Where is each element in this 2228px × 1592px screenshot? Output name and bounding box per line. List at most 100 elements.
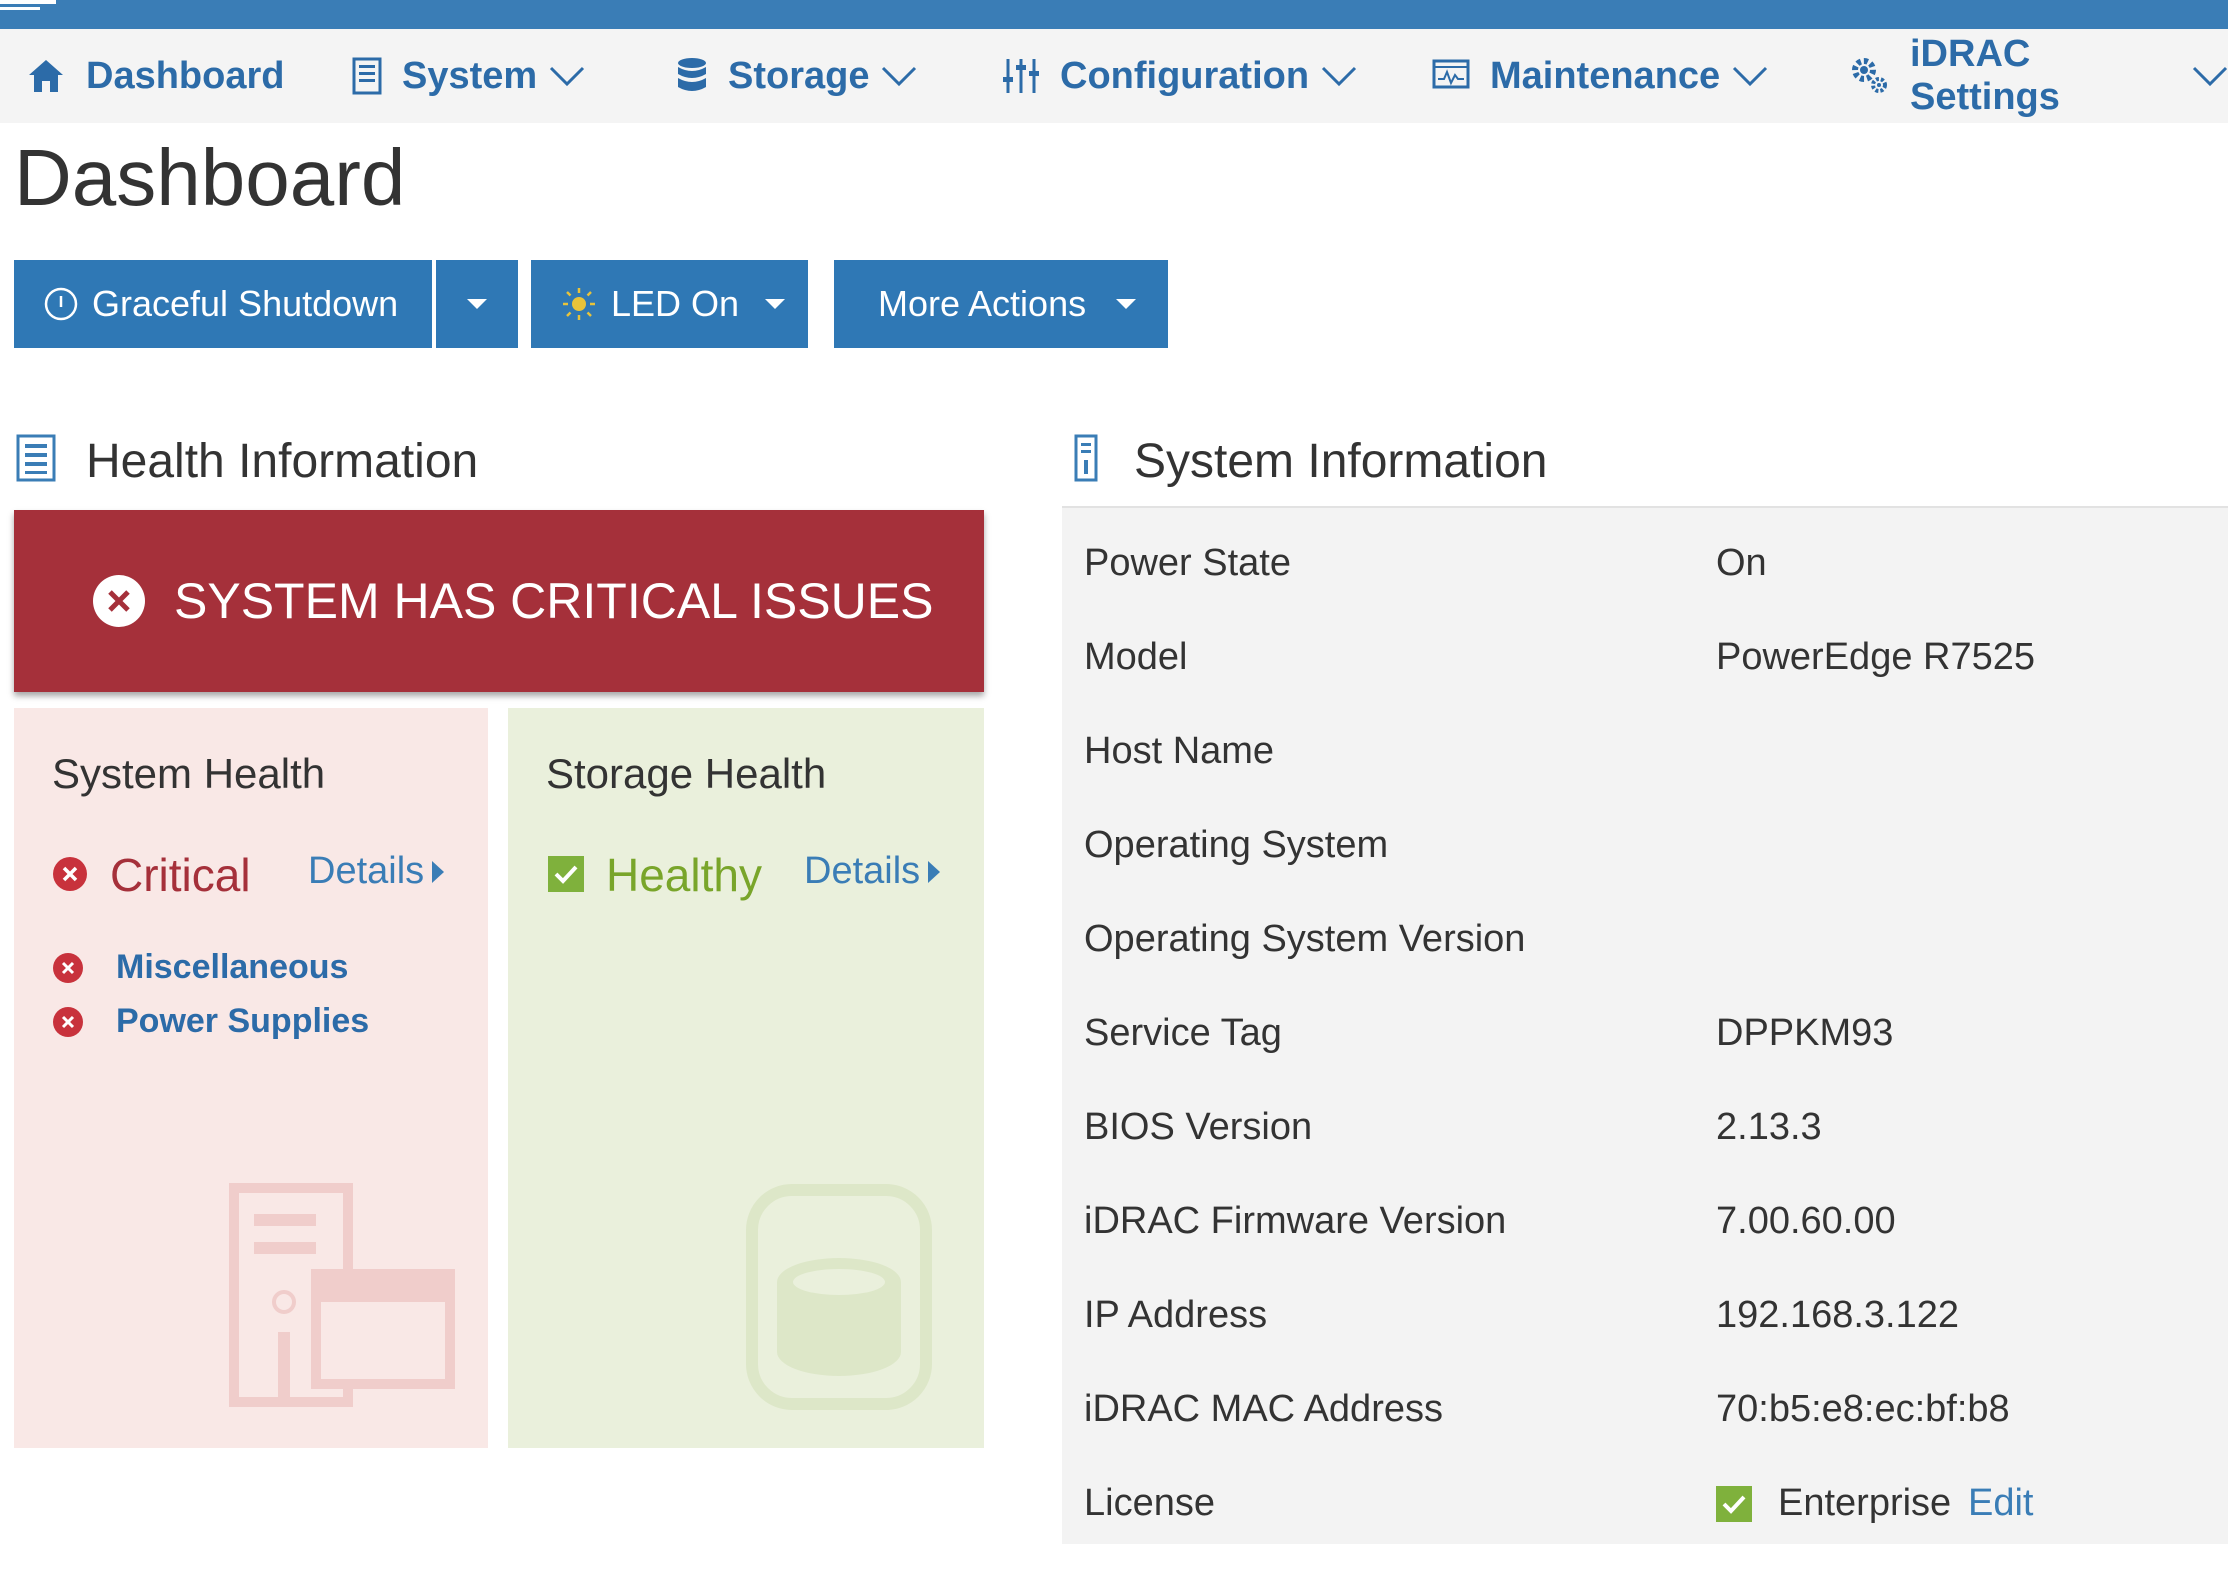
info-row-bios-version: BIOS Version 2.13.3 <box>1062 1080 2228 1174</box>
info-row-host-name: Host Name <box>1062 704 2228 798</box>
menu-icon[interactable] <box>0 0 60 12</box>
info-row-operating-system: Operating System <box>1062 798 2228 892</box>
info-value: 7.00.60.00 <box>1716 1200 1896 1242</box>
led-on-label: LED On <box>611 283 740 324</box>
page-title: Dashboard <box>14 133 406 222</box>
info-label: BIOS Version <box>1084 1106 1313 1148</box>
info-value: PowerEdge R7525 <box>1716 636 2035 678</box>
caret-down-icon <box>467 299 487 309</box>
sun-icon <box>563 288 595 320</box>
details-label: Details <box>308 850 425 892</box>
graceful-shutdown-button[interactable]: Graceful Shutdown <box>14 260 432 348</box>
error-circle-icon <box>93 575 145 627</box>
critical-status-icon <box>53 1006 83 1037</box>
info-value: 70:b5:e8:ec:bf:b8 <box>1716 1388 2010 1430</box>
info-value: On <box>1716 542 1767 584</box>
info-label: Service Tag <box>1084 1012 1282 1054</box>
system-information-panel: Power State On Model PowerEdge R7525 Hos… <box>1062 506 2228 1544</box>
info-row-idrac-firmware: iDRAC Firmware Version 7.00.60.00 <box>1062 1174 2228 1268</box>
graceful-shutdown-label: Graceful Shutdown <box>92 283 399 324</box>
info-row-os-version: Operating System Version <box>1062 892 2228 986</box>
info-label: IP Address <box>1084 1294 1268 1336</box>
power-icon <box>44 287 78 321</box>
nav-item-configuration[interactable]: Configuration <box>1002 29 1357 123</box>
nav-label-idrac-settings: iDRAC Settings <box>1910 33 2060 118</box>
chevron-down-icon <box>882 66 917 87</box>
info-label: Host Name <box>1084 730 1275 772</box>
nav-item-maintenance[interactable]: Maintenance <box>1432 29 1768 123</box>
storage-health-title: Storage Health <box>546 750 827 797</box>
sliders-icon <box>1003 59 1039 93</box>
info-row-idrac-mac: iDRAC MAC Address 70:b5:e8:ec:bf:b8 <box>1062 1362 2228 1456</box>
info-row-service-tag: Service Tag DPPKM93 <box>1062 986 2228 1080</box>
critical-banner-text: SYSTEM HAS CRITICAL ISSUES <box>174 573 934 629</box>
caret-down-icon <box>1116 299 1137 309</box>
health-item-power-supplies[interactable]: Power Supplies <box>52 1002 369 1041</box>
health-item-label: Miscellaneous <box>116 948 349 986</box>
system-health-title: System Health <box>52 750 326 797</box>
caret-right-icon <box>432 860 445 883</box>
health-information-title: Health Information <box>86 435 479 488</box>
caret-right-icon <box>928 860 941 883</box>
nav-item-idrac-settings[interactable]: iDRAC Settings <box>1850 29 2228 123</box>
critical-issues-banner: SYSTEM HAS CRITICAL ISSUES <box>14 510 984 692</box>
shutdown-dropdown-button[interactable] <box>436 260 518 348</box>
database-icon <box>678 58 706 91</box>
info-label: Model <box>1084 636 1188 678</box>
nav-label-system: System <box>402 54 538 97</box>
info-label: iDRAC MAC Address <box>1084 1388 1443 1430</box>
nav-label-storage: Storage <box>728 54 870 97</box>
nav-item-system[interactable]: System <box>352 29 585 123</box>
storage-health-details-link[interactable]: Details <box>804 850 941 893</box>
nav-label-maintenance: Maintenance <box>1490 54 1721 97</box>
home-icon <box>29 60 63 92</box>
nav-label-dashboard: Dashboard <box>86 54 285 97</box>
info-row-ip-address: IP Address 192.168.3.122 <box>1062 1268 2228 1362</box>
caret-down-icon <box>765 299 786 309</box>
system-health-card: System Health Critical Details Miscellan… <box>14 708 488 1448</box>
top-banner <box>0 0 2228 29</box>
info-value: 2.13.3 <box>1716 1106 1822 1148</box>
system-information-title: System Information <box>1134 435 1548 488</box>
health-item-label: Power Supplies <box>116 1002 370 1040</box>
chevron-down-icon <box>1322 66 1357 87</box>
chevron-down-icon <box>2192 66 2228 87</box>
license-value: Enterprise <box>1778 1482 1952 1524</box>
info-label: License <box>1084 1482 1215 1524</box>
more-actions-label: More Actions <box>878 283 1087 324</box>
info-value: 192.168.3.122 <box>1716 1294 1960 1336</box>
monitor-pulse-icon <box>1432 59 1470 89</box>
server-icon <box>352 57 382 95</box>
disk-watermark-icon <box>746 1184 932 1410</box>
info-label: Operating System <box>1084 824 1389 866</box>
system-health-status: Critical <box>110 849 251 901</box>
info-row-license: License Enterprise Edit <box>1062 1456 2228 1550</box>
gears-icon <box>1852 58 1887 93</box>
checkbox-checked-icon <box>548 856 584 892</box>
server-list-icon <box>16 434 56 482</box>
server-watermark-icon <box>229 1183 455 1407</box>
led-on-button[interactable]: LED On <box>531 260 808 348</box>
storage-health-status: Healthy <box>606 849 762 901</box>
more-actions-button[interactable]: More Actions <box>834 260 1168 348</box>
system-health-details-link[interactable]: Details <box>308 850 445 893</box>
checkbox-checked-icon <box>1716 1486 1752 1522</box>
info-label: Operating System Version <box>1084 918 1526 960</box>
critical-status-icon <box>53 857 87 891</box>
chevron-down-icon <box>550 66 585 87</box>
critical-status-icon <box>53 952 83 983</box>
nav-item-dashboard[interactable]: Dashboard <box>26 29 284 123</box>
info-row-power-state: Power State On <box>1062 516 2228 610</box>
info-label: Power State <box>1084 542 1291 584</box>
info-row-model: Model PowerEdge R7525 <box>1062 610 2228 704</box>
server-tower-icon <box>1074 434 1098 482</box>
info-value: DPPKM93 <box>1716 1012 1894 1054</box>
chevron-down-icon <box>1733 66 1768 87</box>
info-label: iDRAC Firmware Version <box>1084 1200 1507 1242</box>
details-label: Details <box>804 850 921 892</box>
storage-health-card: Storage Health Healthy Details <box>508 708 984 1448</box>
health-item-miscellaneous[interactable]: Miscellaneous <box>52 948 348 987</box>
nav-item-storage[interactable]: Storage <box>676 29 917 123</box>
license-edit-link[interactable]: Edit <box>1968 1456 2033 1550</box>
nav-label-configuration: Configuration <box>1060 54 1310 97</box>
